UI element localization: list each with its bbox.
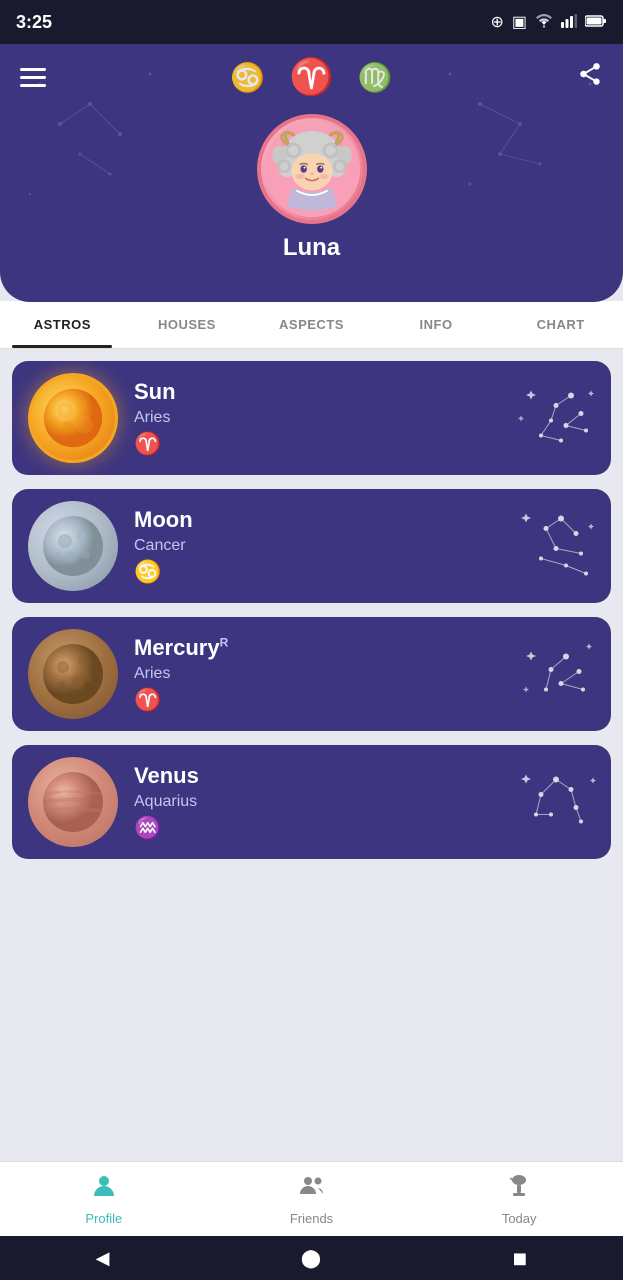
signal-icon [561, 14, 577, 31]
tab-chart[interactable]: CHART [498, 301, 623, 348]
user-name: Luna [283, 234, 340, 262]
sun-image [28, 373, 118, 463]
mercury-image [28, 629, 118, 719]
status-icons: ⊕ ▣ [490, 12, 607, 32]
today-icon [505, 1172, 533, 1207]
moon-card[interactable]: Moon Cancer ♋ [12, 489, 611, 603]
moon-image [28, 501, 118, 591]
venus-card[interactable]: Venus Aquarius ♒ [12, 745, 611, 859]
retrograde-marker: R [220, 636, 229, 650]
friends-label: Friends [290, 1211, 333, 1226]
cancer-constellation [511, 504, 601, 589]
aquarius-constellation [511, 760, 601, 845]
friends-icon [298, 1172, 326, 1207]
avatar-section: Luna [20, 114, 603, 262]
battery-icon [585, 14, 607, 30]
home-button[interactable]: ⬤ [301, 1248, 321, 1269]
virgo-zodiac-icon[interactable]: ♍ [358, 61, 393, 94]
venus-image [28, 757, 118, 847]
system-bar: ◀ ⬤ ◼ [0, 1236, 623, 1280]
tab-houses[interactable]: HOUSES [125, 301, 250, 348]
nav-friends[interactable]: Friends [208, 1162, 416, 1236]
aries-constellation-2 [511, 632, 601, 717]
wifi-icon [535, 14, 553, 31]
tab-astros[interactable]: ASTROS [0, 301, 125, 348]
sun-card[interactable]: Sun Aries ♈ [12, 361, 611, 475]
header: ♋ ♈ ♍ [0, 44, 623, 302]
back-button[interactable]: ◀ [96, 1248, 110, 1269]
menu-button[interactable] [20, 68, 46, 87]
bottom-nav: Profile Friends Today [0, 1161, 623, 1236]
status-time: 3:25 [16, 12, 52, 33]
moto-icon: ⊕ [490, 12, 503, 32]
nav-today[interactable]: Today [415, 1162, 623, 1236]
today-label: Today [502, 1211, 537, 1226]
tab-aspects[interactable]: ASPECTS [249, 301, 374, 348]
share-button[interactable] [577, 61, 603, 93]
aries-zodiac-icon[interactable]: ♈ [289, 56, 334, 98]
avatar[interactable] [257, 114, 367, 224]
header-top: ♋ ♈ ♍ [20, 56, 603, 98]
profile-label: Profile [85, 1211, 122, 1226]
cancer-zodiac-icon[interactable]: ♋ [230, 61, 265, 94]
recents-button[interactable]: ◼ [512, 1248, 527, 1269]
sim-icon: ▣ [512, 12, 527, 32]
mercury-card[interactable]: MercuryR Aries ♈ [12, 617, 611, 731]
main-content: Sun Aries ♈ [0, 349, 623, 953]
aries-constellation-1 [511, 376, 601, 461]
profile-icon [90, 1172, 118, 1207]
tab-bar: ASTROS HOUSES ASPECTS INFO CHART [0, 301, 623, 349]
status-bar: 3:25 ⊕ ▣ [0, 0, 623, 44]
nav-profile[interactable]: Profile [0, 1162, 208, 1236]
zodiac-nav: ♋ ♈ ♍ [230, 56, 393, 98]
tab-info[interactable]: INFO [374, 301, 499, 348]
